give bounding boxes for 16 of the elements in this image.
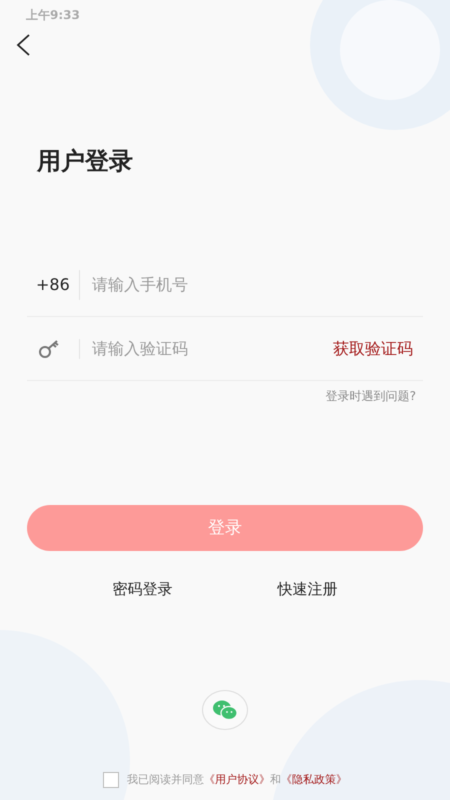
chat-bubbles-icon [212, 700, 238, 720]
page-title: 用户登录 [37, 146, 134, 176]
text-link[interactable]: 快速注册 [272, 577, 344, 602]
agreement-text: 我已阅读并同意 [127, 772, 204, 788]
wechat-button[interactable] [202, 690, 248, 730]
text-link[interactable]: 密码登录 [106, 577, 178, 602]
agreement-text: 和 [270, 772, 281, 788]
get-code-button[interactable]: 获取验证码 [333, 336, 423, 361]
code-input[interactable]: 请输入验证码 [80, 336, 333, 362]
country-code: +86 [27, 270, 80, 300]
agree-checkbox[interactable] [103, 772, 119, 788]
key-icon [38, 338, 60, 359]
agreement-link[interactable]: 《隐私政策》 [281, 772, 347, 788]
status-time: 上午9:33 [25, 7, 81, 24]
phone-input[interactable]: 请输入手机号 [80, 272, 423, 298]
agreement-link[interactable]: 《用户协议》 [204, 772, 270, 788]
